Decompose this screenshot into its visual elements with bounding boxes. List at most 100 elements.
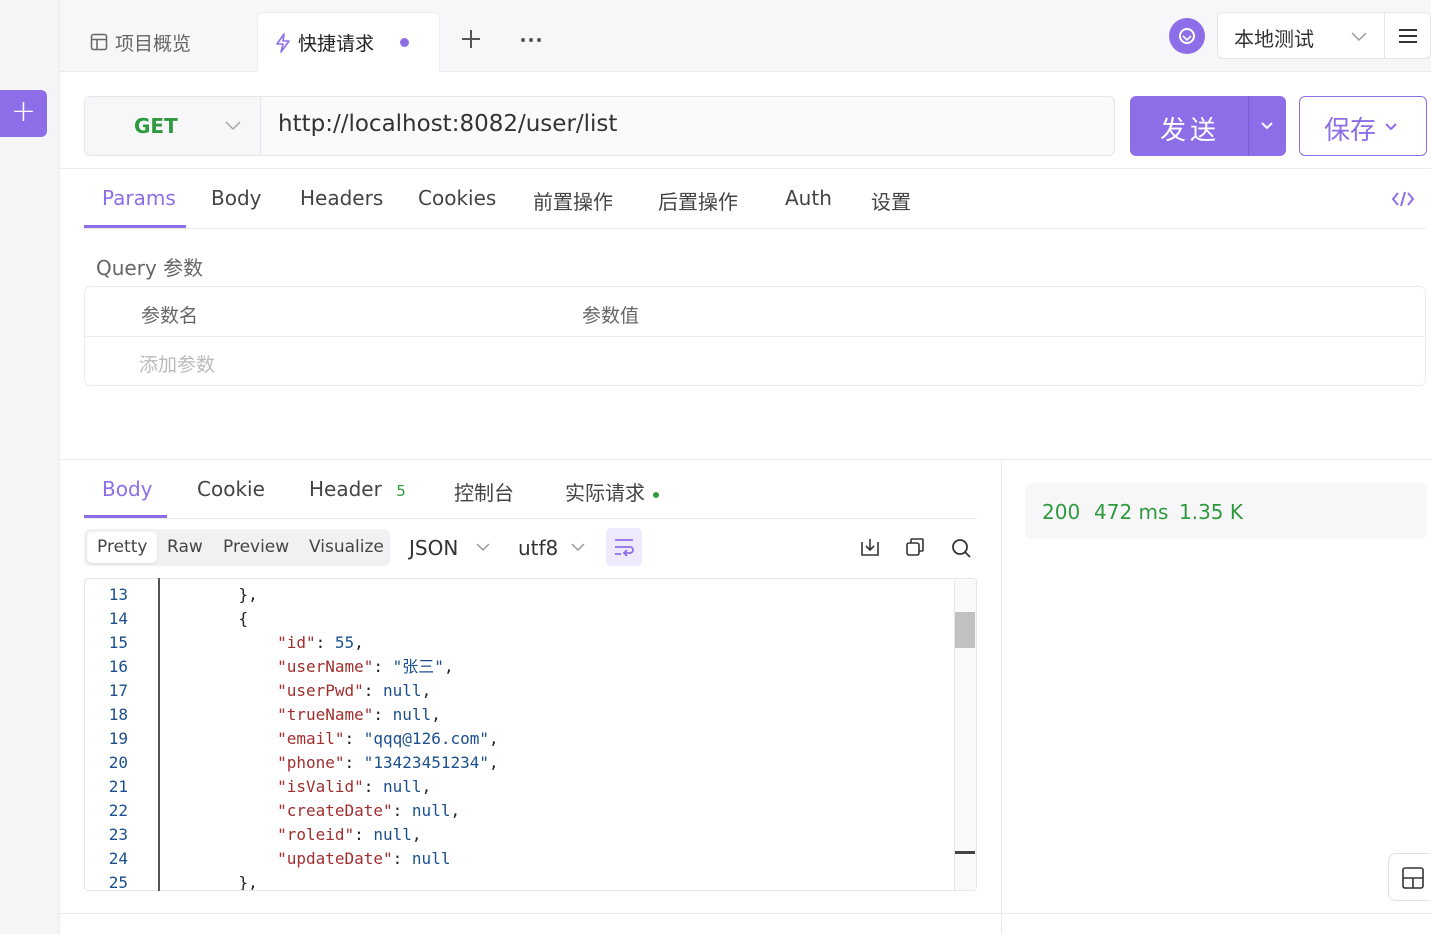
download-icon[interactable] [859, 536, 881, 558]
response-body-viewer[interactable]: 13 }, 14 {15 "id": 55, 16 "userName": "张三"… [84, 578, 977, 891]
save-label: 保存 [1324, 116, 1377, 146]
response-time: 472 ms [1094, 500, 1169, 524]
encoding-select[interactable]: utf8 [518, 536, 558, 560]
scrollbar-thumb[interactable] [955, 612, 975, 648]
view-visualize-button[interactable]: Visualize [299, 532, 394, 563]
response-tab-header-label: Header [309, 477, 382, 501]
code-text: { [200, 609, 249, 628]
response-tab-body[interactable]: Body [102, 477, 153, 501]
left-rail [0, 0, 60, 934]
new-request-button[interactable]: + [0, 90, 47, 137]
code-icon[interactable] [1391, 190, 1415, 208]
refresh-icon [1179, 28, 1195, 44]
chevron-down-icon [1385, 123, 1397, 131]
layout-icon [1402, 867, 1424, 889]
column-header-name: 参数名 [141, 305, 199, 327]
tab-headers[interactable]: Headers [300, 186, 383, 210]
menu-icon[interactable] [1398, 28, 1418, 44]
gutter-border [158, 578, 160, 891]
divider [84, 518, 977, 519]
tab-bar: 项目概览 快捷请求 本地测试 [60, 0, 1431, 72]
chevron-down-icon [225, 121, 241, 131]
code-line: 21 "isValid": null, [85, 775, 955, 799]
line-number: 25 [108, 873, 128, 891]
line-number: 15 [108, 633, 128, 652]
code-text: "createDate": null, [277, 801, 461, 820]
column-header-value: 参数值 [582, 305, 640, 327]
method-select[interactable]: GET [85, 97, 261, 155]
code-text: }, [200, 873, 258, 891]
tab-settings[interactable]: 设置 [871, 186, 911, 215]
code-text: "updateDate": null [277, 849, 451, 868]
tab-label: 项目概览 [115, 32, 192, 55]
line-number: 24 [108, 849, 128, 868]
line-number: 17 [108, 681, 128, 700]
line-number: 16 [108, 657, 128, 676]
line-number: 18 [108, 705, 128, 724]
send-split-divider [1248, 96, 1249, 156]
line-number: 22 [108, 801, 128, 820]
code-text: "phone": "13423451234", [277, 753, 499, 772]
header-count-badge: 5 [396, 482, 406, 500]
send-button[interactable]: 发送 [1130, 96, 1286, 156]
tab-quick-request[interactable]: 快捷请求 [257, 12, 440, 72]
response-tab-actual-request[interactable]: 实际请求 [565, 477, 660, 506]
response-tab-header[interactable]: Header 5 [309, 477, 406, 501]
tab-post-processors[interactable]: 后置操作 [658, 186, 738, 215]
tab-label: 快捷请求 [298, 33, 375, 55]
view-mode-group: Pretty Raw Preview Visualize [84, 529, 390, 566]
plus-icon: + [10, 94, 37, 129]
code-line: 14 { [85, 607, 955, 631]
copy-icon[interactable] [904, 536, 926, 558]
chevron-down-icon[interactable] [1260, 121, 1274, 131]
plus-icon [462, 30, 480, 48]
code-text: "isValid": null, [277, 777, 432, 796]
chevron-down-icon [476, 543, 490, 552]
url-input[interactable]: http://localhost:8082/user/list [278, 111, 617, 137]
code-line: 24 "updateDate": null [85, 847, 955, 871]
format-select[interactable]: JSON [409, 536, 458, 560]
view-pretty-button[interactable]: Pretty [87, 532, 158, 563]
response-split-divider[interactable] [1001, 460, 1002, 934]
code-text: }, [200, 585, 258, 604]
tab-auth[interactable]: Auth [785, 186, 832, 210]
code-line: 20 "phone": "13423451234", [85, 751, 955, 775]
layout-toggle-button[interactable] [1388, 853, 1431, 901]
sync-button[interactable] [1169, 18, 1205, 54]
code-line: 25 }, [85, 871, 955, 891]
tab-pre-processors[interactable]: 前置操作 [533, 186, 613, 215]
add-tab-button[interactable] [458, 26, 484, 52]
method-label: GET [134, 114, 178, 138]
row-divider [85, 336, 1425, 337]
code-line: 16 "userName": "张三", [85, 655, 955, 679]
divider [60, 168, 1431, 169]
response-tab-cookie[interactable]: Cookie [197, 477, 265, 501]
ellipsis-icon [521, 38, 541, 42]
code-line: 18 "trueName": null, [85, 703, 955, 727]
divider [60, 913, 1431, 914]
query-params-table: 参数名 参数值 添加参数 [84, 286, 1426, 386]
response-tab-console[interactable]: 控制台 [454, 477, 514, 506]
divider [60, 459, 1431, 460]
add-param-input[interactable]: 添加参数 [139, 350, 215, 377]
format-label: JSON [409, 536, 459, 560]
wrap-lines-button[interactable] [606, 528, 642, 566]
view-preview-button[interactable]: Preview [213, 532, 299, 563]
save-button[interactable]: 保存 [1299, 96, 1427, 156]
more-tabs-button[interactable] [518, 30, 544, 50]
line-number: 19 [108, 729, 128, 748]
tab-body[interactable]: Body [211, 186, 262, 210]
status-dot [653, 491, 660, 498]
tab-cookies[interactable]: Cookies [418, 186, 496, 210]
code-line: 22 "createDate": null, [85, 799, 955, 823]
env-divider [1384, 13, 1385, 58]
environment-label: 本地测试 [1234, 27, 1314, 51]
code-line: 23 "roleid": null, [85, 823, 955, 847]
environment-select[interactable]: 本地测试 [1217, 12, 1431, 59]
code-text: "trueName": null, [277, 705, 441, 724]
search-icon[interactable] [950, 537, 972, 559]
tab-params[interactable]: Params [102, 186, 176, 210]
code-line: 13 }, [85, 583, 955, 607]
tab-project-overview[interactable]: 项目概览 [90, 12, 191, 72]
view-raw-button[interactable]: Raw [157, 532, 213, 563]
